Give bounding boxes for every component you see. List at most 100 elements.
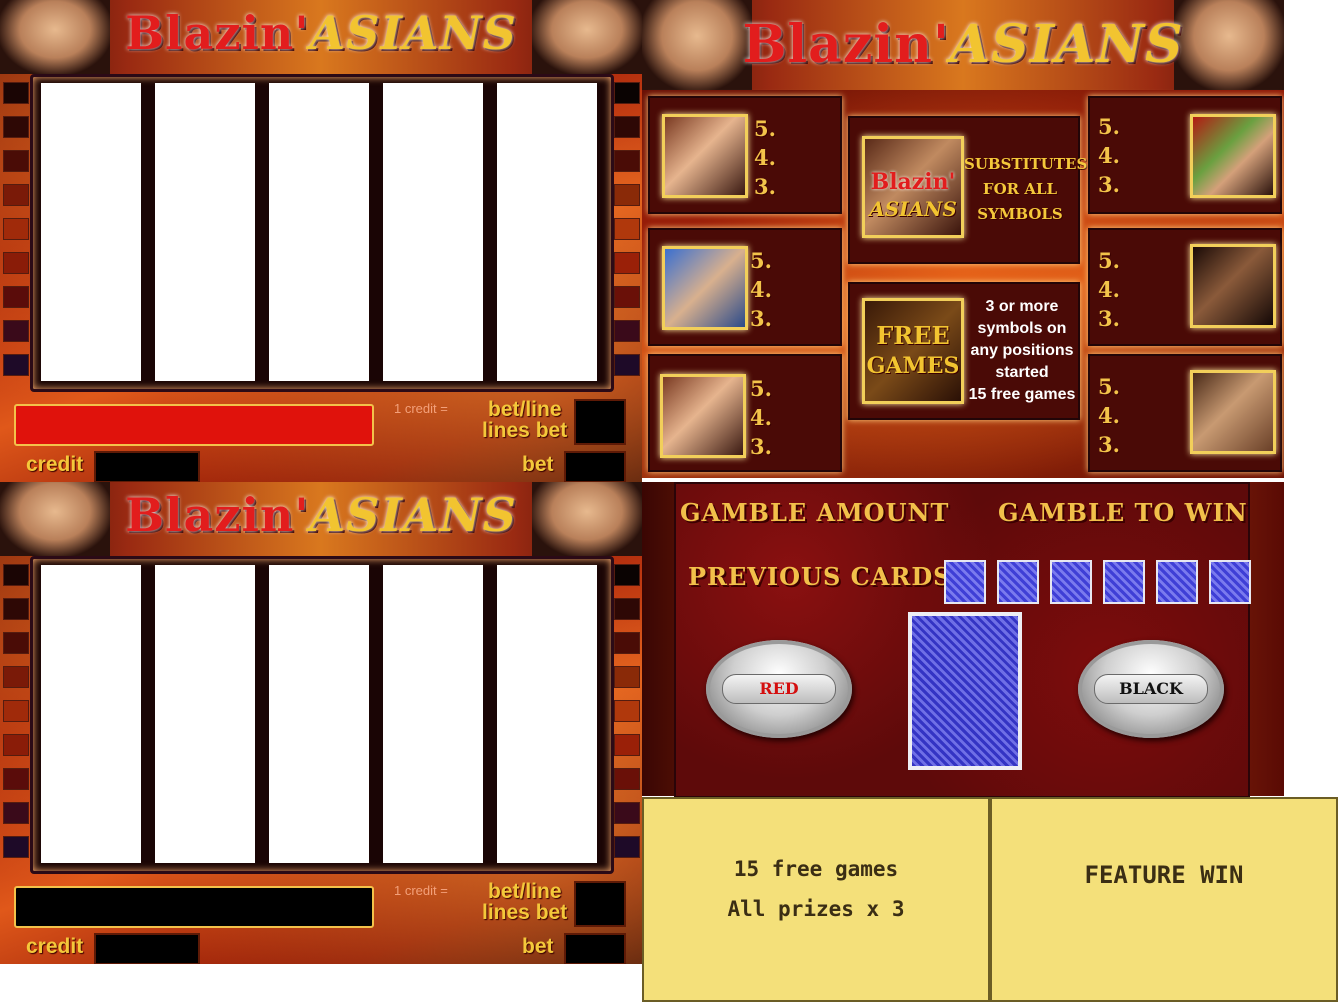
free-icon-line-2: GAMES bbox=[866, 353, 960, 379]
free-games-symbol-image: FREE GAMES bbox=[862, 298, 964, 404]
model-symbol-image bbox=[662, 114, 748, 198]
bet-per-line-box bbox=[574, 399, 626, 445]
line-indicator[interactable] bbox=[614, 598, 640, 620]
credit-box bbox=[94, 451, 200, 482]
pay-3: 3. bbox=[1098, 172, 1120, 197]
bet-box bbox=[564, 451, 626, 482]
line-indicator[interactable] bbox=[3, 354, 29, 376]
model-symbol-image bbox=[1190, 244, 1276, 328]
title-banner: Blazin'ASIANS bbox=[642, 0, 1284, 90]
line-indicator[interactable] bbox=[614, 252, 640, 274]
logo-part-1: Blazin' bbox=[125, 6, 310, 60]
line-indicator[interactable] bbox=[614, 320, 640, 342]
line-indicator[interactable] bbox=[614, 82, 640, 104]
reel-2 bbox=[155, 83, 255, 381]
game-logo: Blazin'ASIANS bbox=[642, 14, 1284, 75]
line-indicator[interactable] bbox=[614, 150, 640, 172]
gamble-card-back bbox=[908, 612, 1022, 770]
scatter-line-5: 15 free games bbox=[968, 386, 1076, 403]
line-indicator[interactable] bbox=[3, 320, 29, 342]
scatter-line-1: 3 or more bbox=[985, 298, 1059, 315]
line-indicator[interactable] bbox=[614, 286, 640, 308]
line-indicator[interactable] bbox=[3, 598, 29, 620]
line-indicator[interactable] bbox=[3, 734, 29, 756]
gamble-screen: GAMBLE AMOUNT GAMBLE TO WIN PREVIOUS CAR… bbox=[642, 482, 1284, 798]
credit-label: credit bbox=[26, 453, 84, 476]
line-indicator[interactable] bbox=[614, 218, 640, 240]
credit-box bbox=[94, 933, 200, 964]
pay-5: 5. bbox=[1098, 248, 1120, 273]
reel-panel-1: Blazin'ASIANS 1 credit = bet/line lines … bbox=[0, 0, 642, 482]
line-indicator[interactable] bbox=[614, 768, 640, 790]
paytable-symbol-2: 5. 4. 3. bbox=[648, 228, 842, 346]
pay-5: 5. bbox=[750, 376, 772, 401]
line-indicator[interactable] bbox=[614, 836, 640, 858]
pay-4: 4. bbox=[750, 277, 772, 302]
pay-3: 3. bbox=[1098, 432, 1120, 457]
red-button[interactable]: RED bbox=[706, 640, 852, 738]
title-banner: Blazin'ASIANS bbox=[0, 0, 642, 74]
free-games-line-1: 15 free games bbox=[733, 857, 899, 881]
line-indicator[interactable] bbox=[614, 564, 640, 586]
bet-box bbox=[564, 933, 626, 964]
previous-card bbox=[1156, 560, 1198, 604]
reel-panel-2: Blazin'ASIANS 1 credit = bet/line lines … bbox=[0, 482, 642, 964]
reel-2 bbox=[155, 565, 255, 863]
free-games-box: 15 free games All prizes x 3 bbox=[642, 797, 990, 1002]
message-bar bbox=[14, 886, 374, 928]
wild-description: SUBSTITUTES FOR ALL SYMBOLS bbox=[964, 152, 1087, 227]
line-indicator[interactable] bbox=[3, 184, 29, 206]
wild-line-2: FOR ALL bbox=[982, 180, 1058, 198]
paytable-symbol-1: 5. 4. 3. bbox=[648, 96, 842, 214]
line-indicator[interactable] bbox=[614, 700, 640, 722]
bet-per-line-box bbox=[574, 881, 626, 927]
credit-label: credit bbox=[26, 935, 84, 958]
gamble-table: GAMBLE AMOUNT GAMBLE TO WIN PREVIOUS CAR… bbox=[674, 482, 1251, 798]
pays-list: 5. 4. 3. bbox=[1098, 372, 1120, 459]
title-banner: Blazin'ASIANS bbox=[0, 482, 642, 556]
line-indicator[interactable] bbox=[3, 82, 29, 104]
pays-list: 5. 4. 3. bbox=[1098, 112, 1120, 199]
line-indicator[interactable] bbox=[3, 632, 29, 654]
logo-part-1: Blazin' bbox=[125, 488, 310, 542]
scatter-symbol-info: FREE GAMES 3 or more symbols on any posi… bbox=[848, 282, 1080, 420]
reel-3 bbox=[269, 83, 369, 381]
game-logo: Blazin'ASIANS bbox=[0, 6, 642, 60]
logo-part-1: Blazin' bbox=[742, 14, 950, 75]
previous-card bbox=[1050, 560, 1092, 604]
paytable-symbol-3: 5. 4. 3. bbox=[648, 354, 842, 472]
line-indicator[interactable] bbox=[614, 802, 640, 824]
line-indicator[interactable] bbox=[3, 802, 29, 824]
wild-logo-part-2: ASIANS bbox=[869, 197, 957, 221]
line-indicator[interactable] bbox=[3, 768, 29, 790]
line-indicator[interactable] bbox=[3, 150, 29, 172]
bet-label: bet bbox=[522, 935, 554, 958]
line-indicator[interactable] bbox=[3, 564, 29, 586]
pays-list: 5. 4. 3. bbox=[750, 246, 772, 333]
line-indicator[interactable] bbox=[614, 354, 640, 376]
reel-3 bbox=[269, 565, 369, 863]
line-indicator[interactable] bbox=[614, 632, 640, 654]
reel-1 bbox=[41, 565, 141, 863]
message-bar bbox=[14, 404, 374, 446]
line-indicator[interactable] bbox=[614, 666, 640, 688]
reel-window bbox=[30, 556, 614, 874]
line-indicator[interactable] bbox=[3, 116, 29, 138]
wild-symbol-image: Blazin' ASIANS bbox=[862, 136, 964, 238]
line-indicator[interactable] bbox=[614, 116, 640, 138]
pay-4: 4. bbox=[1098, 403, 1120, 428]
line-indicator[interactable] bbox=[3, 700, 29, 722]
line-indicator[interactable] bbox=[614, 734, 640, 756]
credit-value-label: 1 credit = bbox=[394, 883, 448, 898]
line-indicator[interactable] bbox=[3, 286, 29, 308]
free-games-line-2: All prizes x 3 bbox=[727, 897, 905, 921]
line-indicator[interactable] bbox=[3, 218, 29, 240]
paytable-symbol-6: 5. 4. 3. bbox=[1088, 354, 1282, 472]
black-button[interactable]: BLACK bbox=[1078, 640, 1224, 738]
line-indicator[interactable] bbox=[614, 184, 640, 206]
line-indicator[interactable] bbox=[3, 666, 29, 688]
line-indicator[interactable] bbox=[3, 252, 29, 274]
line-indicator[interactable] bbox=[3, 836, 29, 858]
pay-5: 5. bbox=[750, 248, 772, 273]
model-symbol-image bbox=[660, 374, 746, 458]
